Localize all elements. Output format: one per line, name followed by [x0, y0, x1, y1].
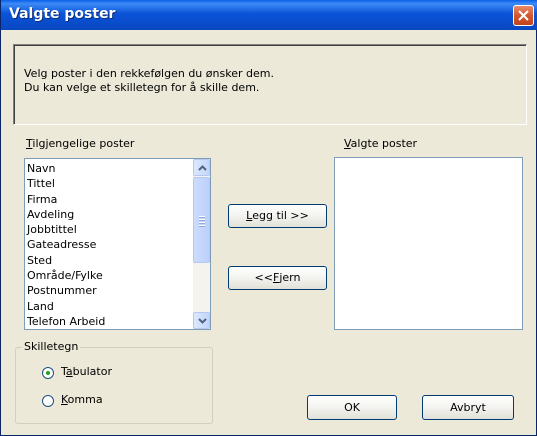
ok-button[interactable]: OK	[307, 395, 397, 420]
add-field-button[interactable]: Legg til >>	[228, 204, 327, 228]
separator-group: Skilletegn Tabulator Komma	[15, 340, 213, 424]
title-bar[interactable]: Valgte poster	[1, 0, 537, 30]
list-item[interactable]: Firma	[27, 192, 105, 207]
scroll-up-button[interactable]	[193, 159, 210, 176]
list-item[interactable]: Område/Fylke	[27, 268, 105, 283]
scroll-down-button[interactable]	[193, 312, 210, 329]
window-title: Valgte poster	[9, 6, 116, 22]
chevron-down-icon	[198, 318, 207, 324]
description-panel: Velg poster i den rekkefølgen du ønsker …	[13, 44, 527, 125]
dialog-window: Valgte poster Velg poster i den rekkeføl…	[0, 0, 537, 436]
comma-radio-label[interactable]: Komma	[61, 393, 103, 406]
list-item[interactable]: Gateadresse	[27, 237, 105, 252]
chevron-up-icon	[198, 165, 207, 171]
list-item[interactable]: Tittel	[27, 176, 105, 191]
selected-fields-label: Valgte poster	[344, 137, 418, 150]
list-item[interactable]: Avdeling	[27, 207, 105, 222]
close-icon	[518, 10, 529, 21]
radio-selected-dot	[46, 371, 50, 375]
remove-field-button[interactable]: << Fjern	[228, 266, 327, 290]
list-item[interactable]: Postnummer	[27, 283, 105, 298]
list-item[interactable]: Jobbtittel	[27, 222, 105, 237]
close-button[interactable]	[513, 5, 534, 26]
scroll-thumb[interactable]	[193, 177, 210, 263]
vertical-scrollbar[interactable]	[193, 159, 210, 329]
separator-legend: Skilletegn	[22, 340, 81, 353]
description-line-2: Du kan velge et skilletegn for å skille …	[24, 81, 260, 94]
tab-radio-label[interactable]: Tabulator	[61, 365, 112, 378]
description-line-1: Velg poster i den rekkefølgen du ønsker …	[24, 67, 274, 80]
comma-radio[interactable]	[42, 395, 54, 407]
available-fields-list[interactable]: Navn Tittel Firma Avdeling Jobbtittel Gateadr…	[24, 158, 211, 330]
list-item[interactable]: Sted	[27, 253, 105, 268]
cancel-button[interactable]: Avbryt	[422, 395, 514, 420]
list-item[interactable]: Navn	[27, 161, 105, 176]
selected-fields-list[interactable]	[334, 157, 523, 330]
list-item[interactable]: Land	[27, 299, 105, 314]
tab-radio[interactable]	[42, 367, 54, 379]
available-fields-label: Tilgjengelige poster	[26, 137, 135, 150]
list-item[interactable]: Telefon Arbeid	[27, 314, 105, 329]
